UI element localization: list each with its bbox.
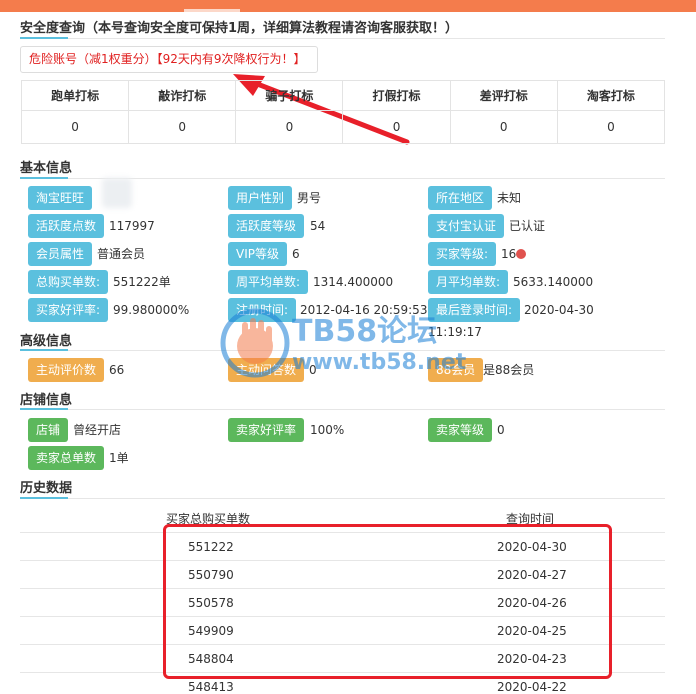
value-vip-level: 6 (292, 247, 300, 261)
value-shop: 曾经开店 (73, 423, 122, 437)
stats-value: 0 (556, 110, 666, 144)
annotation-highlight-box (163, 524, 612, 679)
label-buyer-level: 买家等级: (428, 242, 497, 266)
label-member-type: 会员属性 (28, 242, 93, 266)
label-monthly-avg: 月平均单数: (428, 270, 509, 294)
label-weekly-avg: 周平均单数: (228, 270, 309, 294)
value-buyer-rating: 99.980000% (113, 303, 190, 317)
label-last-login: 最后登录时间: (428, 298, 521, 322)
value-seller-orders: 1单 (109, 451, 129, 465)
danger-alert: 危险账号（减1权重分）【92天内有9次降权行为！】 (20, 46, 318, 73)
safety-title: 安全度查询（本号查询安全度可保持1周，详细算法教程请咨询客服获取！） (20, 21, 459, 36)
history-divider (20, 497, 665, 499)
stats-value: 0 (342, 110, 451, 144)
value-alipay-auth: 已认证 (509, 219, 546, 233)
stats-header: 淘客打标 (556, 80, 666, 111)
value-activity-points: 117997 (109, 219, 155, 233)
stats-value: 0 (20, 110, 130, 144)
value-total-orders: 551222单 (113, 275, 171, 289)
value-active-reviews: 66 (109, 363, 125, 377)
history-date: 2020-04-22 (497, 680, 567, 694)
label-region: 所在地区 (428, 186, 493, 210)
top-bar (0, 0, 696, 12)
stats-header: 打假打标 (342, 80, 451, 111)
value-weekly-avg: 1314.400000 (313, 275, 394, 289)
value-active-qa: 0 (309, 363, 317, 377)
stats-header: 差评打标 (449, 80, 558, 111)
label-register-time: 注册时间: (228, 298, 297, 322)
basic-info-title: 基本信息 (20, 161, 73, 176)
stats-header: 骗子打标 (235, 80, 344, 111)
label-active-qa: 主动问答数 (228, 358, 305, 382)
value-last-login: 2020-04-30 (524, 303, 594, 317)
history-title: 历史数据 (20, 481, 73, 496)
top-tab-indicator[interactable] (184, 9, 240, 12)
value-member-type: 普通会员 (97, 247, 146, 261)
label-seller-rating: 卖家好评率 (228, 418, 305, 442)
label-buyer-rating: 买家好评率: (28, 298, 109, 322)
stats-value: 0 (449, 110, 558, 144)
label-vip-level: VIP等级 (228, 242, 287, 266)
label-active-reviews: 主动评价数 (28, 358, 105, 382)
label-seller-level: 卖家等级 (428, 418, 493, 442)
label-activity-level: 活跃度等级 (228, 214, 305, 238)
history-count: 548413 (188, 680, 234, 694)
label-shop: 店铺 (28, 418, 69, 442)
value-region: 未知 (497, 191, 522, 205)
blurred-id (102, 178, 132, 208)
shop-divider (20, 408, 665, 410)
label-gender: 用户性别 (228, 186, 293, 210)
stats-header: 跑单打标 (20, 80, 130, 111)
value-monthly-avg: 5633.140000 (513, 275, 594, 289)
label-total-orders: 总购买单数: (28, 270, 109, 294)
safety-divider (20, 37, 665, 39)
shop-info-title: 店铺信息 (20, 393, 73, 408)
value-seller-level: 0 (497, 423, 505, 437)
stats-value: 0 (235, 110, 344, 144)
value-gender: 男号 (297, 191, 322, 205)
value-seller-rating: 100% (310, 423, 345, 437)
label-taobao-id: 淘宝旺旺 (28, 186, 93, 210)
value-activity-level: 54 (310, 219, 326, 233)
label-seller-orders: 卖家总单数 (28, 446, 105, 470)
value-register-time: 2012-04-16 20:59:53 (300, 303, 428, 317)
risk-stats-table: 跑单打标 敲诈打标 骗子打标 打假打标 差评打标 淘客打标 0 0 0 0 0 … (20, 80, 666, 144)
advanced-divider (20, 349, 665, 351)
value-buyer-level: 16 (501, 247, 517, 261)
label-alipay-auth: 支付宝认证 (428, 214, 505, 238)
label-88vip: 88会员 (428, 358, 484, 382)
stats-header: 敲诈打标 (128, 80, 237, 111)
advanced-info-title: 高级信息 (20, 334, 73, 349)
label-activity-points: 活跃度点数 (28, 214, 105, 238)
value-last-login-time: 11:19:17 (428, 325, 482, 339)
crown-icon (516, 249, 526, 259)
stats-value: 0 (128, 110, 237, 144)
value-88vip: 是88会员 (483, 363, 535, 377)
